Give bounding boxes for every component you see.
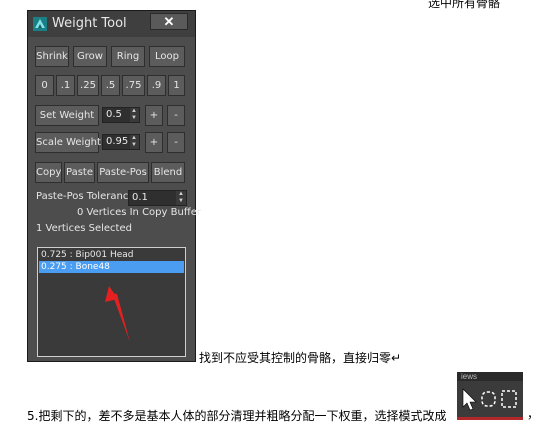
tolerance-value[interactable]: 0.1 bbox=[129, 191, 176, 205]
red-arrow-annotation bbox=[105, 286, 130, 342]
spinner-arrows-icon[interactable]: ▲ ▼ bbox=[176, 191, 186, 205]
toolbar-top-text: iews bbox=[457, 372, 523, 381]
copy-buffer-status: 0 Vertices In Copy Buffer bbox=[77, 207, 201, 218]
spinner-arrows-icon[interactable]: ▲ ▼ bbox=[129, 108, 139, 122]
weight-0.5-button[interactable]: .5 bbox=[101, 75, 120, 96]
toolbar-screenshot: iews bbox=[457, 372, 523, 420]
scale-weight-minus-button[interactable]: - bbox=[167, 132, 185, 153]
weight-0.9-button[interactable]: .9 bbox=[147, 75, 166, 96]
vertices-selected-status: 1 Vertices Selected bbox=[36, 223, 132, 234]
selection-mode-icons bbox=[462, 388, 517, 411]
toolbar-highlight bbox=[457, 417, 523, 420]
paste-pos-button[interactable]: Paste-Pos bbox=[97, 162, 149, 183]
shrink-button[interactable]: Shrink bbox=[35, 46, 69, 67]
caption-line-2: 5.把剩下的，差不多是基本人体的部分清理并粗略分配一下权重，选择模式改成 bbox=[27, 409, 447, 423]
ring-button[interactable]: Ring bbox=[111, 46, 145, 67]
loop-button[interactable]: Loop bbox=[149, 46, 185, 67]
caption-line-2-end: ， bbox=[527, 407, 540, 421]
weight-0.75-button[interactable]: .75 bbox=[122, 75, 145, 96]
tolerance-spinner[interactable]: 0.1 ▲ ▼ bbox=[128, 190, 187, 206]
copy-button[interactable]: Copy bbox=[35, 162, 62, 183]
tolerance-label: Paste-Pos Tolerance bbox=[36, 191, 135, 202]
weight-tool-panel: Weight Tool ✕ Shrink Grow Ring Loop 0 .1… bbox=[27, 10, 201, 362]
window-title: Weight Tool bbox=[52, 16, 127, 31]
bone-weight-list[interactable]: 0.725 : Bip001 Head 0.275 : Bone48 bbox=[37, 247, 186, 357]
weight-0.25-button[interactable]: .25 bbox=[77, 75, 99, 96]
paste-button[interactable]: Paste bbox=[64, 162, 95, 183]
set-weight-button[interactable]: Set Weight bbox=[35, 105, 99, 126]
set-weight-minus-button[interactable]: - bbox=[167, 105, 185, 126]
close-button[interactable]: ✕ bbox=[150, 13, 188, 30]
scale-weight-plus-button[interactable]: + bbox=[145, 132, 163, 153]
weight-0.1-button[interactable]: .1 bbox=[56, 75, 75, 96]
scale-weight-value[interactable]: 0.95 bbox=[103, 135, 130, 149]
top-cut-text: 选中所有骨骼 bbox=[428, 0, 501, 10]
spinner-arrows-icon[interactable]: ▲ ▼ bbox=[129, 135, 139, 149]
grow-button[interactable]: Grow bbox=[73, 46, 107, 67]
set-weight-spinner[interactable]: 0.5 ▲ ▼ bbox=[102, 107, 140, 123]
title-bar[interactable]: Weight Tool ✕ bbox=[28, 11, 195, 37]
set-weight-plus-button[interactable]: + bbox=[145, 105, 163, 126]
blend-button[interactable]: Blend bbox=[151, 162, 185, 183]
scale-weight-button[interactable]: Scale Weight bbox=[35, 132, 101, 153]
caption-line-1: 找到不应受其控制的骨骼，直接归零↵ bbox=[199, 351, 402, 365]
scale-weight-spinner[interactable]: 0.95 ▲ ▼ bbox=[102, 134, 140, 150]
weight-1-button[interactable]: 1 bbox=[168, 75, 185, 96]
app-logo-icon bbox=[33, 17, 47, 31]
weight-0-button[interactable]: 0 bbox=[35, 75, 54, 96]
set-weight-value[interactable]: 0.5 bbox=[103, 108, 130, 122]
